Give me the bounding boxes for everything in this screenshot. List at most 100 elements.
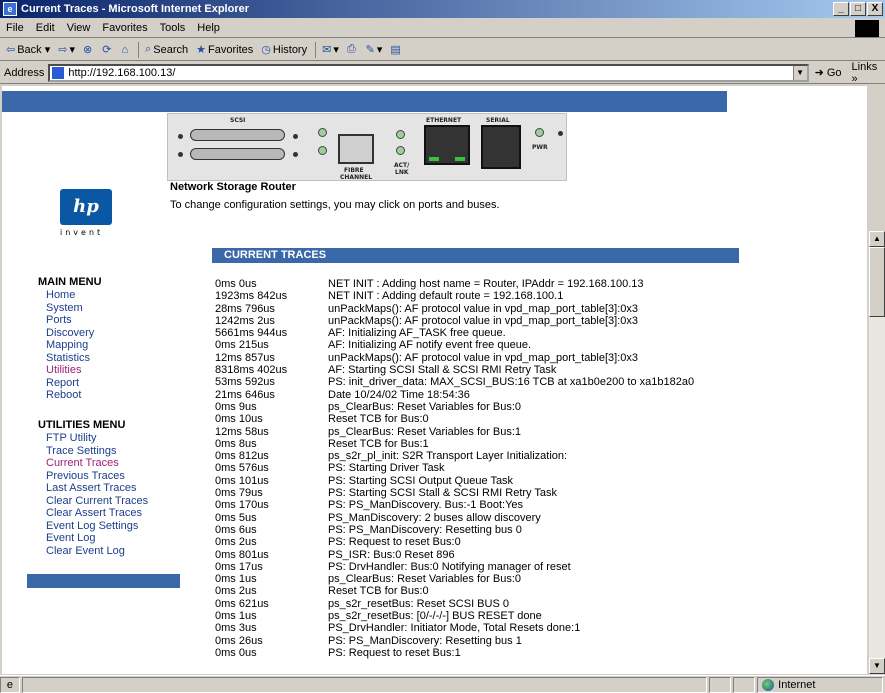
trace-row: 21ms 646us Date 10/24/02 Time 18:54:36 xyxy=(215,389,855,401)
print-button[interactable]: ⎙ xyxy=(347,43,358,56)
menu-link-ftp-utility[interactable]: FTP Utility xyxy=(38,432,148,445)
trace-time: 8318ms 402us xyxy=(215,364,288,377)
menu-tools[interactable]: Tools xyxy=(160,22,186,34)
forward-arrow-icon: ⇨ xyxy=(58,44,68,56)
menu-link-reboot[interactable]: Reboot xyxy=(38,389,102,402)
home-button[interactable]: ⌂ xyxy=(121,44,130,56)
menu-link-previous-traces[interactable]: Previous Traces xyxy=(38,470,148,483)
links-button[interactable]: Links » xyxy=(852,61,885,85)
menu-link-trace-settings[interactable]: Trace Settings xyxy=(38,445,148,458)
menu-link-ports[interactable]: Ports xyxy=(38,314,102,327)
menu-link-statistics[interactable]: Statistics xyxy=(38,352,102,365)
menu-link-system[interactable]: System xyxy=(38,302,102,315)
menu-link-current-traces[interactable]: Current Traces xyxy=(38,457,148,470)
fibre-channel-port[interactable] xyxy=(338,134,374,164)
scsi-port-0[interactable] xyxy=(190,129,285,141)
menu-view[interactable]: View xyxy=(67,22,91,34)
scroll-up-icon[interactable]: ▲ xyxy=(869,231,885,247)
menu-link-event-log-settings[interactable]: Event Log Settings xyxy=(38,520,148,533)
menu-file[interactable]: File xyxy=(6,22,24,34)
go-button[interactable]: ➜ Go xyxy=(815,66,842,80)
forward-button[interactable]: ⇨ ▾ xyxy=(58,43,75,56)
menu-link-home[interactable]: Home xyxy=(38,289,102,302)
trace-message: PS: Request to reset Bus:0 xyxy=(328,536,461,549)
close-button[interactable]: X xyxy=(867,2,883,16)
back-button[interactable]: ⇦ Back ▾ xyxy=(6,43,50,57)
trace-time: 0ms 2us xyxy=(215,585,257,598)
trace-row: 1923ms 842us NET INIT : Adding default ro… xyxy=(215,290,855,302)
serial-port[interactable] xyxy=(481,125,521,169)
trace-list: 0ms 0us NET INIT : Adding host name = Rou… xyxy=(215,278,855,659)
menu-footer-bar xyxy=(27,574,180,588)
menu-link-clear-assert-traces[interactable]: Clear Assert Traces xyxy=(38,507,148,520)
ethernet-port[interactable] xyxy=(424,125,470,165)
trace-row: 0ms 6us PS: PS_ManDiscovery: Resetting bu… xyxy=(215,524,855,536)
trace-time: 0ms 801us xyxy=(215,548,269,561)
scroll-down-icon[interactable]: ▼ xyxy=(869,658,885,674)
trace-row: 0ms 170us PS: PS_ManDiscovery. Bus:-1 Boo… xyxy=(215,499,855,511)
trace-message: PS: Starting Driver Task xyxy=(328,462,445,475)
trace-row: 0ms 0us NET INIT : Adding host name = Rou… xyxy=(215,278,855,290)
menu-link-clear-current-traces[interactable]: Clear Current Traces xyxy=(38,495,148,508)
trace-message: Reset TCB for Bus:0 xyxy=(328,585,429,598)
scsi-port-1[interactable] xyxy=(190,148,285,160)
trace-time: 0ms 0us xyxy=(215,278,257,290)
menu-help[interactable]: Help xyxy=(197,22,220,34)
history-button[interactable]: ◷ History xyxy=(261,43,307,57)
menu-link-last-assert-traces[interactable]: Last Assert Traces xyxy=(38,482,148,495)
trace-row: 28ms 796us unPackMaps(): AF protocol valu… xyxy=(215,303,855,315)
back-arrow-icon: ⇦ xyxy=(6,44,16,56)
trace-row: 0ms 17us PS: DrvHandler: Bus:0 Notifying … xyxy=(215,561,855,573)
menu-link-event-log[interactable]: Event Log xyxy=(38,532,148,545)
address-dropdown-icon[interactable]: ▼ xyxy=(792,65,807,80)
window-titlebar: e Current Traces - Microsoft Internet Ex… xyxy=(0,0,885,18)
trace-message: ps_s2r_resetBus: Reset SCSI BUS 0 xyxy=(328,597,509,610)
trace-row: 0ms 3us PS_DrvHandler: Initiator Mode, To… xyxy=(215,622,855,634)
menu-link-report[interactable]: Report xyxy=(38,377,102,390)
trace-time: 0ms 215us xyxy=(215,339,269,352)
standard-toolbar: ⇦ Back ▾ ⇨ ▾ ⊗ ⟳ ⌂ ⌕ Search ★ Favorites ◷ His… xyxy=(0,39,885,61)
trace-row: 0ms 621us ps_s2r_resetBus: Reset SCSI BUS… xyxy=(215,598,855,610)
print-icon: ⎙ xyxy=(346,43,356,55)
menu-link-mapping[interactable]: Mapping xyxy=(38,339,102,352)
favorites-button[interactable]: ★ Favorites xyxy=(196,43,253,57)
scsi-led-1 xyxy=(318,146,327,155)
search-button[interactable]: ⌕ Search xyxy=(145,43,188,56)
menu-link-utilities[interactable]: Utilities xyxy=(38,364,102,377)
trace-message: AF: Initializing AF notify event free qu… xyxy=(328,339,532,352)
trace-time: 0ms 26us xyxy=(215,634,263,647)
ie-app-icon: e xyxy=(3,2,17,16)
trace-time: 5661ms 944us xyxy=(215,327,288,340)
mail-button[interactable]: ✉ ▾ xyxy=(322,43,339,56)
trace-message: Date 10/24/02 Time 18:54:36 xyxy=(328,388,470,401)
utilities-menu-heading: UTILITIES MENU xyxy=(38,419,126,431)
toolbar-separator xyxy=(138,41,140,58)
trace-message: unPackMaps(): AF protocol value in vpd_m… xyxy=(328,302,639,315)
stop-button[interactable]: ⊗ xyxy=(83,43,94,56)
header-bar xyxy=(2,91,727,112)
maximize-button[interactable]: □ xyxy=(850,2,866,16)
menu-link-clear-event-log[interactable]: Clear Event Log xyxy=(38,545,148,558)
trace-message: unPackMaps(): AF protocol value in vpd_m… xyxy=(328,351,639,364)
trace-row: 0ms 801us PS_ISR: Bus:0 Reset 896 xyxy=(215,549,855,561)
scrollbar-thumb[interactable] xyxy=(869,247,885,317)
vertical-scrollbar[interactable]: ▲ ▼ xyxy=(869,231,885,674)
menu-edit[interactable]: Edit xyxy=(36,22,55,34)
page-subtitle: To change configuration settings, you ma… xyxy=(170,199,500,211)
utilities-menu: UTILITIES MENU FTP Utility Trace Setting… xyxy=(38,419,148,557)
trace-row: 0ms 8us Reset TCB for Bus:1 xyxy=(215,438,855,450)
trace-message: PS: PS_ManDiscovery: Resetting bus 0 xyxy=(328,523,522,536)
trace-row: 12ms 58us ps_ClearBus: Reset Variables fo… xyxy=(215,426,855,438)
menu-link-discovery[interactable]: Discovery xyxy=(38,327,102,340)
lnk-label: LNK xyxy=(395,169,409,176)
status-zone: Internet xyxy=(757,676,884,693)
edit-button[interactable]: ✎ ▾ xyxy=(366,43,383,56)
act-led xyxy=(396,130,405,139)
minimize-button[interactable]: _ xyxy=(833,2,849,16)
discuss-button[interactable]: ▤ xyxy=(390,43,402,56)
refresh-button[interactable]: ⟳ xyxy=(102,43,113,56)
address-input[interactable]: http://192.168.100.13/ ▼ xyxy=(48,63,809,82)
main-menu: MAIN MENU Home System Ports Discovery Ma… xyxy=(38,276,102,402)
menu-favorites[interactable]: Favorites xyxy=(102,22,147,34)
trace-time: 0ms 1us xyxy=(215,610,257,623)
